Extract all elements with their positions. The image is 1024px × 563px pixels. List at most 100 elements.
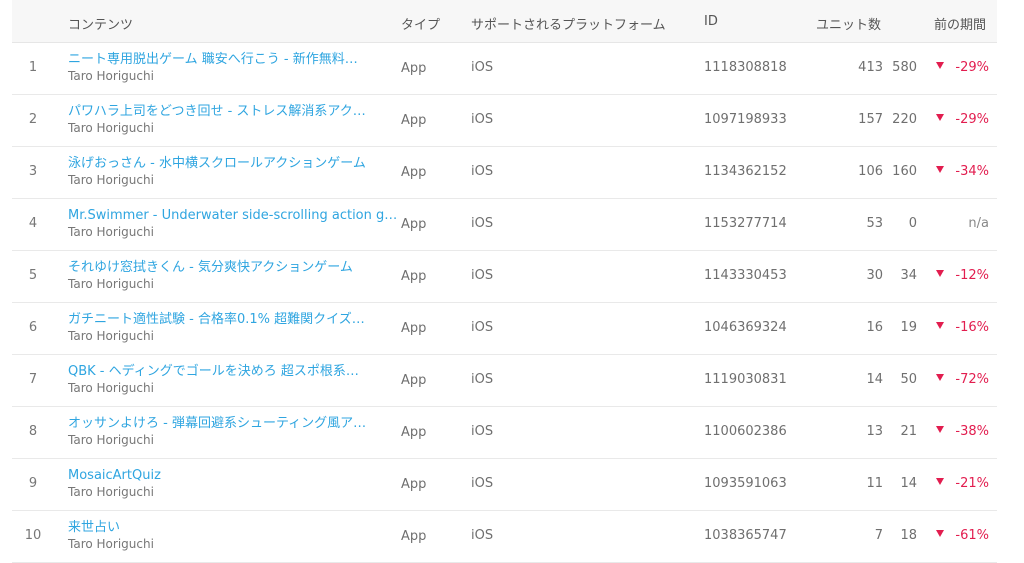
type-cell: App <box>401 425 427 440</box>
column-header-id[interactable]: ID <box>704 14 718 29</box>
column-header-units[interactable]: ユニット数 <box>816 14 881 33</box>
platform-cell: iOS <box>471 164 494 179</box>
app-title-link[interactable]: 来世占い <box>68 519 398 536</box>
down-arrow-icon <box>936 530 944 537</box>
content-cell: パワハラ上司をどつき回せ - ストレス解消系アク… Taro Horiguchi <box>68 103 398 137</box>
down-arrow-icon <box>936 426 944 433</box>
content-cell: オッサンよけろ - 弾幕回避系シューティング風ア… Taro Horiguchi <box>68 415 398 449</box>
previous-units-cell: 220 <box>892 112 917 127</box>
app-id-cell: 1118308818 <box>704 60 787 75</box>
developer-name: Taro Horiguchi <box>68 173 154 187</box>
down-arrow-icon <box>936 166 944 173</box>
table-row[interactable]: 7 QBK - ヘディングでゴールを決めろ 超スポ根系… Taro Horiguch… <box>12 355 997 407</box>
content-cell: ニート専用脱出ゲーム 職安へ行こう - 新作無料… Taro Horiguchi <box>68 51 398 85</box>
previous-units-cell: 21 <box>900 424 917 439</box>
app-id-cell: 1046369324 <box>704 320 787 335</box>
type-cell: App <box>401 321 427 336</box>
type-cell: App <box>401 217 427 232</box>
platform-cell: iOS <box>471 320 494 335</box>
table-body: 1 ニート専用脱出ゲーム 職安へ行こう - 新作無料… Taro Horiguchi… <box>12 43 997 563</box>
developer-name: Taro Horiguchi <box>68 69 154 83</box>
app-id-cell: 1097198933 <box>704 112 787 127</box>
units-cell: 7 <box>874 528 883 543</box>
down-arrow-icon <box>936 374 944 381</box>
rank-number: 4 <box>28 216 38 231</box>
platform-cell: iOS <box>471 268 494 283</box>
app-title-link[interactable]: 泳げおっさん - 水中横スクロールアクションゲーム <box>68 155 398 172</box>
platform-cell: iOS <box>471 60 494 75</box>
change-percent: n/a <box>968 216 989 231</box>
developer-name: Taro Horiguchi <box>68 277 154 291</box>
app-title-link[interactable]: Mr.Swimmer - Underwater side-scrolling a… <box>68 207 398 224</box>
units-cell: 13 <box>866 424 883 439</box>
app-title-link[interactable]: QBK - ヘディングでゴールを決めろ 超スポ根系… <box>68 363 398 380</box>
type-cell: App <box>401 113 427 128</box>
column-header-type[interactable]: タイプ <box>401 14 440 33</box>
content-cell: 泳げおっさん - 水中横スクロールアクションゲーム Taro Horiguchi <box>68 155 398 189</box>
developer-name: Taro Horiguchi <box>68 537 154 551</box>
type-cell: App <box>401 269 427 284</box>
column-header-platform[interactable]: サポートされるプラットフォーム <box>471 14 666 33</box>
table-row[interactable]: 9 MosaicArtQuiz Taro Horiguchi App iOS 109359… <box>12 459 997 511</box>
units-cell: 413 <box>858 60 883 75</box>
rank-number: 3 <box>28 164 38 179</box>
rank-number: 5 <box>28 268 38 283</box>
table-row[interactable]: 10 来世占い Taro Horiguchi App iOS 1038365747 7 18-… <box>12 511 997 563</box>
column-header-content[interactable]: コンテンツ <box>68 14 133 33</box>
type-cell: App <box>401 529 427 544</box>
app-title-link[interactable]: MosaicArtQuiz <box>68 467 398 484</box>
down-arrow-icon <box>936 478 944 485</box>
change-percent: -12% <box>955 268 989 283</box>
down-arrow-icon <box>936 62 944 69</box>
table-row[interactable]: 8 オッサンよけろ - 弾幕回避系シューティング風ア… Taro Horiguchi… <box>12 407 997 459</box>
down-arrow-icon <box>936 114 944 121</box>
content-cell: ガチニート適性試験 - 合格率0.1% 超難関クイズ… Taro Horiguch… <box>68 311 398 345</box>
table-row[interactable]: 1 ニート専用脱出ゲーム 職安へ行こう - 新作無料… Taro Horiguchi… <box>12 43 997 95</box>
table-row[interactable]: 2 パワハラ上司をどつき回せ - ストレス解消系アク… Taro Horiguchi… <box>12 95 997 147</box>
app-title-link[interactable]: ガチニート適性試験 - 合格率0.1% 超難関クイズ… <box>68 311 398 328</box>
app-title-link[interactable]: オッサンよけろ - 弾幕回避系シューティング風ア… <box>68 415 398 432</box>
units-cell: 106 <box>858 164 883 179</box>
table-row[interactable]: 3 泳げおっさん - 水中横スクロールアクションゲーム Taro Horiguchi… <box>12 147 997 199</box>
previous-units-cell: 50 <box>900 372 917 387</box>
rank-number: 1 <box>28 60 38 75</box>
type-cell: App <box>401 373 427 388</box>
change-percent: -72% <box>955 372 989 387</box>
column-header-previous-period[interactable]: 前の期間 <box>934 14 986 33</box>
platform-cell: iOS <box>471 112 494 127</box>
change-percent: -61% <box>955 528 989 543</box>
developer-name: Taro Horiguchi <box>68 225 154 239</box>
previous-units-cell: 160 <box>892 164 917 179</box>
table-row[interactable]: 4 Mr.Swimmer - Underwater side-scrolling … <box>12 199 997 251</box>
app-title-link[interactable]: ニート専用脱出ゲーム 職安へ行こう - 新作無料… <box>68 51 398 68</box>
previous-units-cell: 34 <box>900 268 917 283</box>
rank-number: 10 <box>24 528 42 543</box>
rank-number: 2 <box>28 112 38 127</box>
previous-units-cell: 0 <box>908 216 917 231</box>
table-row[interactable]: 6 ガチニート適性試験 - 合格率0.1% 超難関クイズ… Taro Horiguc… <box>12 303 997 355</box>
developer-name: Taro Horiguchi <box>68 329 154 343</box>
table-header: コンテンツ タイプ サポートされるプラットフォーム ID ユニット数 前の期間 <box>12 0 997 43</box>
type-cell: App <box>401 61 427 76</box>
table-row[interactable]: 5 それゆけ窓拭きくん - 気分爽快アクションゲーム Taro Horiguchi A… <box>12 251 997 303</box>
content-cell: Mr.Swimmer - Underwater side-scrolling a… <box>68 207 398 241</box>
units-cell: 157 <box>858 112 883 127</box>
units-cell: 14 <box>866 372 883 387</box>
app-id-cell: 1038365747 <box>704 528 787 543</box>
change-percent: -38% <box>955 424 989 439</box>
sales-table: コンテンツ タイプ サポートされるプラットフォーム ID ユニット数 前の期間 … <box>12 0 997 563</box>
app-title-link[interactable]: パワハラ上司をどつき回せ - ストレス解消系アク… <box>68 103 398 120</box>
rank-number: 6 <box>28 320 38 335</box>
change-percent: -16% <box>955 320 989 335</box>
rank-number: 8 <box>28 424 38 439</box>
platform-cell: iOS <box>471 372 494 387</box>
content-cell: MosaicArtQuiz Taro Horiguchi <box>68 467 398 501</box>
app-title-link[interactable]: それゆけ窓拭きくん - 気分爽快アクションゲーム <box>68 259 398 276</box>
down-arrow-icon <box>936 322 944 329</box>
units-cell: 30 <box>866 268 883 283</box>
content-cell: QBK - ヘディングでゴールを決めろ 超スポ根系… Taro Horiguchi <box>68 363 398 397</box>
previous-units-cell: 580 <box>892 60 917 75</box>
platform-cell: iOS <box>471 528 494 543</box>
previous-units-cell: 19 <box>900 320 917 335</box>
rank-number: 7 <box>28 372 38 387</box>
